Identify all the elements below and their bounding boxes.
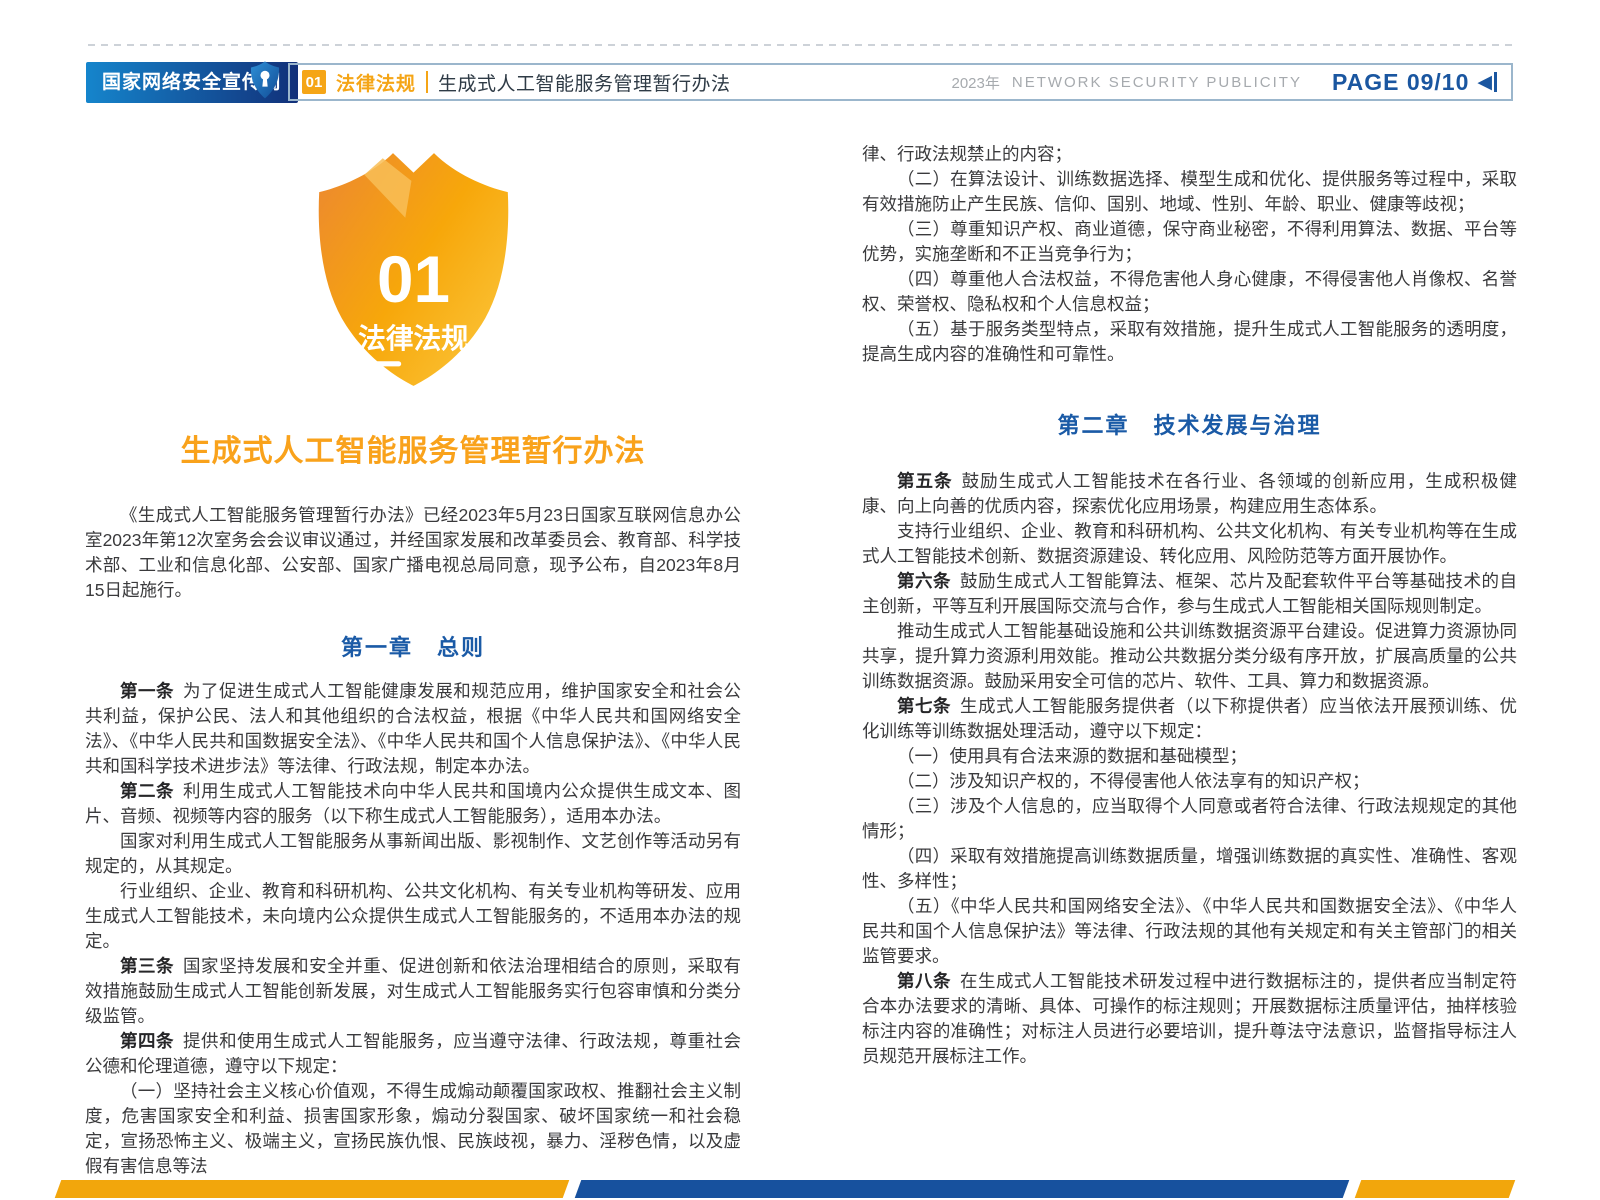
right-column: 律、行政法规禁止的内容； （二）在算法设计、训练数据选择、模型生成和优化、提供服…	[862, 142, 1517, 1069]
lock-shield-icon	[249, 60, 281, 100]
article-number: 第一条	[120, 681, 183, 701]
body-paragraph: 第八条在生成式人工智能技术研发过程中进行数据标注的，提供者应当制定符合本办法要求…	[862, 969, 1517, 1069]
article-text: （二）在算法设计、训练数据选择、模型生成和优化、提供服务等过程中，采取有效措施防…	[862, 169, 1517, 214]
article-text: 为了促进生成式人工智能健康发展和规范应用，维护国家安全和社会公共利益，保护公民、…	[85, 681, 741, 776]
article-text: 支持行业组织、企业、教育和科研机构、公共文化机构、有关专业机构等在生成式人工智能…	[862, 521, 1517, 566]
article-text: （五）基于服务类型特点，采取有效措施，提升生成式人工智能服务的透明度，提高生成内…	[862, 319, 1517, 364]
article-text: （一）使用具有合法来源的数据和基础模型；	[897, 746, 1247, 766]
publicity-label: NETWORK SECURITY PUBLICITY	[1012, 74, 1302, 91]
year-label: 2023年	[951, 72, 999, 93]
article-text: （五）《中华人民共和国网络安全法》、《中华人民共和国数据安全法》、《中华人民共和…	[862, 896, 1517, 966]
body-paragraph: （三）尊重知识产权、商业道德，保守商业秘密，不得利用算法、数据、平台等优势，实施…	[862, 217, 1517, 267]
body-paragraph: 第五条鼓励生成式人工智能技术在各行业、各领域的创新应用，生成积极健康、向上向善的…	[862, 469, 1517, 519]
body-paragraph: 行业组织、企业、教育和科研机构、公共文化机构、有关专业机构等研发、应用生成式人工…	[85, 879, 741, 954]
section-label: 法律法规	[336, 69, 416, 96]
article-text: 国家坚持发展和安全并重、促进创新和依法治理相结合的原则，采取有效措施鼓励生成式人…	[85, 956, 741, 1026]
body-paragraph: 第六条鼓励生成式人工智能算法、框架、芯片及配套软件平台等基础技术的自主创新，平等…	[862, 569, 1517, 619]
article-text: 律、行政法规禁止的内容；	[862, 144, 1072, 164]
article-text: （四）尊重他人合法权益，不得危害他人身心健康，不得侵害他人肖像权、名誉权、荣誉权…	[862, 269, 1517, 314]
article-text: （二）涉及知识产权的，不得侵害他人依法享有的知识产权；	[897, 771, 1370, 791]
article-number: 第四条	[120, 1031, 183, 1051]
left-triangle-icon: ◀	[1477, 73, 1492, 92]
chapter-shield-badge: 01 法律法规	[311, 146, 516, 392]
body-paragraph: 国家对利用生成式人工智能服务从事新闻出版、影视制作、文艺创作等活动另有规定的，从…	[85, 829, 741, 879]
shield-number: 01	[377, 243, 450, 316]
article-text: 在生成式人工智能技术研发过程中进行数据标注的，提供者应当制定符合本办法要求的清晰…	[862, 971, 1517, 1066]
article-number: 第六条	[897, 571, 960, 591]
page: 国家网络安全宣传周 01 法律法规 生成式人工智能服务管理暂行办法 2023年 …	[0, 0, 1600, 1200]
header-document-title: 生成式人工智能服务管理暂行办法	[438, 69, 731, 96]
page-indicator: PAGE 09/10	[1332, 69, 1469, 96]
article-text: （三）尊重知识产权、商业道德，保守商业秘密，不得利用算法、数据、平台等优势，实施…	[862, 219, 1517, 264]
footer-bar-orange-right	[1355, 1180, 1516, 1198]
left-paragraph-list: 第一条为了促进生成式人工智能健康发展和规范应用，维护国家安全和社会公共利益，保护…	[85, 679, 741, 1179]
body-paragraph: 第二条利用生成式人工智能技术向中华人民共和国境内公众提供生成文本、图片、音频、视…	[85, 779, 741, 829]
body-paragraph: 第四条提供和使用生成式人工智能服务，应当遵守法律、行政法规，尊重社会公德和伦理道…	[85, 1029, 741, 1079]
article-number: 第八条	[897, 971, 960, 991]
body-paragraph: （二）在算法设计、训练数据选择、模型生成和优化、提供服务等过程中，采取有效措施防…	[862, 167, 1517, 217]
body-paragraph: 支持行业组织、企业、教育和科研机构、公共文化机构、有关专业机构等在生成式人工智能…	[862, 519, 1517, 569]
article-number: 第二条	[120, 781, 183, 801]
header-title-box: 01 法律法规 生成式人工智能服务管理暂行办法 2023年 NETWORK SE…	[288, 63, 1513, 101]
article-text: 生成式人工智能服务提供者（以下称提供者）应当依法开展预训练、优化训练等训练数据处…	[862, 696, 1517, 741]
section-number-chip: 01	[302, 70, 326, 94]
body-paragraph: （三）涉及个人信息的，应当取得个人同意或者符合法律、行政法规规定的其他情形；	[862, 794, 1517, 844]
body-paragraph: （二）涉及知识产权的，不得侵害他人依法享有的知识产权；	[862, 769, 1517, 794]
left-column: 01 法律法规 生成式人工智能服务管理暂行办法 《生成式人工智能服务管理暂行办法…	[85, 146, 741, 1179]
header-meta-group: 2023年 NETWORK SECURITY PUBLICITY PAGE 09…	[951, 69, 1497, 96]
footer-bar-orange-left	[55, 1180, 570, 1198]
chapter-2-heading: 第二章 技术发展与治理	[862, 411, 1517, 441]
right-continuation-list: 律、行政法规禁止的内容； （二）在算法设计、训练数据选择、模型生成和优化、提供服…	[862, 142, 1517, 367]
article-number: 第五条	[897, 471, 962, 491]
chapter-1-heading: 第一章 总则	[85, 633, 741, 663]
body-paragraph: 第三条国家坚持发展和安全并重、促进创新和依法治理相结合的原则，采取有效措施鼓励生…	[85, 954, 741, 1029]
body-paragraph: （一）使用具有合法来源的数据和基础模型；	[862, 744, 1517, 769]
article-text: （四）采取有效措施提高训练数据质量，增强训练数据的真实性、准确性、客观性、多样性…	[862, 846, 1517, 891]
body-paragraph: （一）坚持社会主义核心价值观，不得生成煽动颠覆国家政权、推翻社会主义制度，危害国…	[85, 1079, 741, 1179]
article-text: 鼓励生成式人工智能算法、框架、芯片及配套软件平台等基础技术的自主创新，平等互利开…	[862, 571, 1517, 616]
footer-bar-blue	[575, 1180, 1350, 1198]
article-text: （三）涉及个人信息的，应当取得个人同意或者符合法律、行政法规规定的其他情形；	[862, 796, 1517, 841]
intro-paragraph: 《生成式人工智能服务管理暂行办法》已经2023年5月23日国家互联网信息办公室2…	[85, 503, 741, 603]
header-divider	[426, 71, 428, 93]
header-dashed-line	[88, 44, 1513, 46]
article-text: 利用生成式人工智能技术向中华人民共和国境内公众提供生成文本、图片、音频、视频等内…	[85, 781, 741, 826]
article-text: 推动生成式人工智能基础设施和公共训练数据资源平台建设。促进算力资源协同共享，提升…	[862, 621, 1517, 691]
body-paragraph: 推动生成式人工智能基础设施和公共训练数据资源平台建设。促进算力资源协同共享，提升…	[862, 619, 1517, 694]
body-paragraph: （五）《中华人民共和国网络安全法》、《中华人民共和国数据安全法》、《中华人民共和…	[862, 894, 1517, 969]
body-paragraph: 第七条生成式人工智能服务提供者（以下称提供者）应当依法开展预训练、优化训练等训练…	[862, 694, 1517, 744]
right-paragraph-list: 第五条鼓励生成式人工智能技术在各行业、各领域的创新应用，生成积极健康、向上向善的…	[862, 469, 1517, 1069]
body-paragraph: 律、行政法规禁止的内容；	[862, 142, 1517, 167]
article-text: 国家对利用生成式人工智能服务从事新闻出版、影视制作、文艺创作等活动另有规定的，从…	[85, 831, 741, 876]
body-paragraph: （四）尊重他人合法权益，不得危害他人身心健康，不得侵害他人肖像权、名誉权、荣誉权…	[862, 267, 1517, 317]
nav-bar-glyph	[1494, 72, 1497, 92]
article-number: 第三条	[120, 956, 183, 976]
article-text: （一）坚持社会主义核心价值观，不得生成煽动颠覆国家政权、推翻社会主义制度，危害国…	[85, 1081, 741, 1176]
header-section-group: 01 法律法规 生成式人工智能服务管理暂行办法	[302, 69, 731, 96]
shield-dash	[374, 361, 401, 366]
body-paragraph: （五）基于服务类型特点，采取有效措施，提升生成式人工智能服务的透明度，提高生成内…	[862, 317, 1517, 367]
body-paragraph: （四）采取有效措施提高训练数据质量，增强训练数据的真实性、准确性、客观性、多样性…	[862, 844, 1517, 894]
article-text: 行业组织、企业、教育和科研机构、公共文化机构、有关专业机构等研发、应用生成式人工…	[85, 881, 741, 951]
page-nav-arrow-icon: ◀	[1477, 72, 1497, 92]
shield-label: 法律法规	[358, 323, 469, 354]
main-title: 生成式人工智能服务管理暂行办法	[85, 434, 741, 470]
article-number: 第七条	[897, 696, 960, 716]
article-text: 提供和使用生成式人工智能服务，应当遵守法律、行政法规，尊重社会公德和伦理道德，遵…	[85, 1031, 741, 1076]
body-paragraph: 第一条为了促进生成式人工智能健康发展和规范应用，维护国家安全和社会公共利益，保护…	[85, 679, 741, 779]
